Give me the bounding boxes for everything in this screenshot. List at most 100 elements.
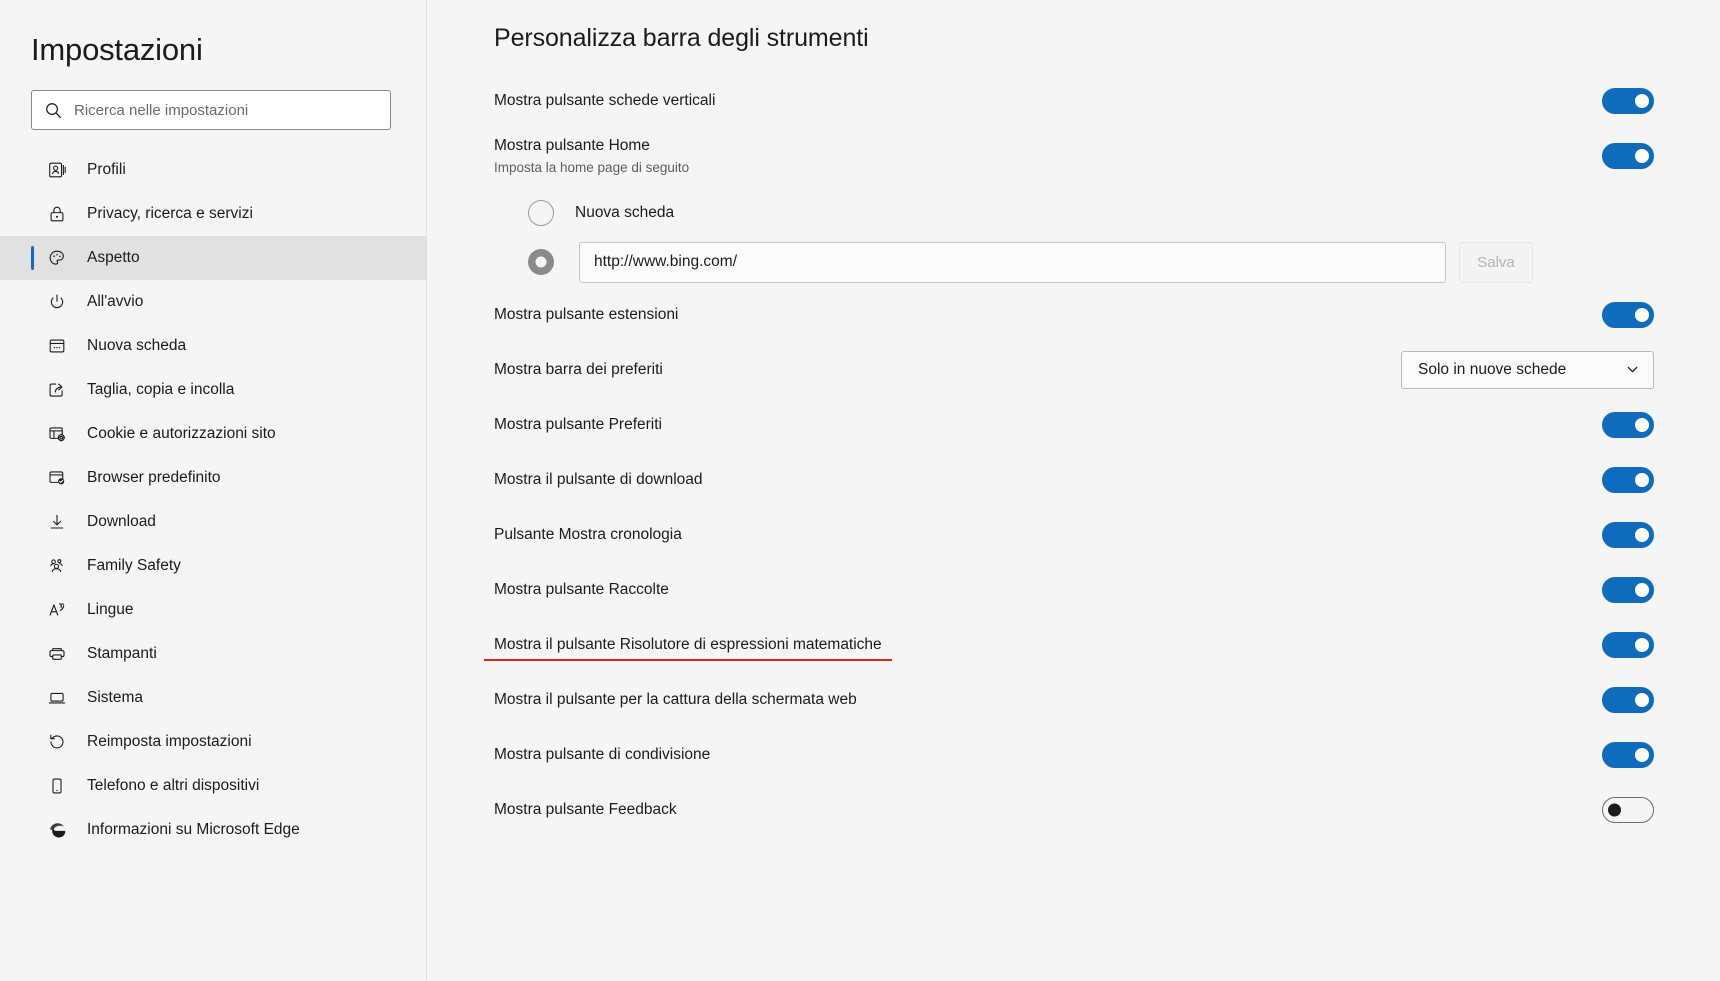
- row-mostra-pulsante-home: Mostra pulsante Home Imposta la home pag…: [494, 128, 1720, 183]
- people-icon: [47, 556, 81, 576]
- sidebar-item-lingue[interactable]: Lingue: [0, 588, 426, 632]
- toggle-thumb: [1635, 148, 1649, 163]
- download-arrow-icon: [47, 512, 81, 532]
- row-mostra-pulsante-feedback: Mostra pulsante Feedback: [494, 782, 1720, 837]
- row-mostra-pulsante-raccolte: Mostra pulsante Raccolte: [494, 562, 1720, 617]
- sidebar-nav: Profili Privacy, ricerca e servizi Aspet…: [0, 148, 426, 852]
- row-mostra-pulsante-condivisione: Mostra pulsante di condivisione: [494, 727, 1720, 782]
- laptop-icon: [47, 688, 81, 708]
- sidebar-item-taglia-copia-incolla[interactable]: Taglia, copia e incolla: [0, 368, 426, 412]
- radio-url[interactable]: [528, 249, 554, 275]
- sidebar-item-label: Lingue: [87, 601, 134, 618]
- sidebar-item-aspetto[interactable]: Aspetto: [0, 236, 426, 280]
- sidebar-item-sistema[interactable]: Sistema: [0, 676, 426, 720]
- row-mostra-pulsante-preferiti: Mostra pulsante Preferiti: [494, 397, 1720, 452]
- sidebar-item-profili[interactable]: Profili: [0, 148, 426, 192]
- section-title: Personalizza barra degli strumenti: [494, 24, 869, 52]
- row-pulsante-mostra-cronologia: Pulsante Mostra cronologia: [494, 507, 1720, 562]
- site-permissions-icon: [47, 424, 81, 444]
- toggle-thumb: [1635, 307, 1649, 322]
- profile-card-icon: [47, 160, 81, 180]
- toggle-thumb: [1635, 417, 1649, 432]
- row-label: Mostra pulsante Feedback: [494, 800, 677, 818]
- row-label: Mostra pulsante Preferiti: [494, 415, 662, 433]
- toggle-thumb: [1635, 692, 1649, 707]
- toggle-thumb: [1635, 582, 1649, 597]
- row-mostra-pulsante-estensioni: Mostra pulsante estensioni: [494, 287, 1720, 342]
- new-tab-icon: [47, 336, 81, 356]
- row-mostra-pulsante-schede-verticali: Mostra pulsante schede verticali: [494, 73, 1720, 128]
- page-title: Impostazioni: [31, 32, 203, 67]
- settings-rows: Mostra pulsante schede verticali Mostra …: [427, 73, 1720, 837]
- sidebar-item-cookie[interactable]: Cookie e autorizzazioni sito: [0, 412, 426, 456]
- toggle-thumb: [1635, 93, 1649, 108]
- sidebar-item-allavvio[interactable]: All'avvio: [0, 280, 426, 324]
- toggle-preferiti[interactable]: [1602, 411, 1654, 438]
- chevron-down-icon: [1625, 362, 1640, 377]
- power-icon: [47, 292, 81, 312]
- sidebar-item-label: Profili: [87, 161, 126, 178]
- share-box-icon: [47, 380, 81, 400]
- sidebar-item-label: Family Safety: [87, 557, 181, 574]
- sidebar-item-stampanti[interactable]: Stampanti: [0, 632, 426, 676]
- home-page-options: Nuova scheda Salva: [494, 189, 1720, 287]
- row-sublabel: Imposta la home page di seguito: [494, 159, 690, 175]
- search-input[interactable]: [74, 92, 374, 128]
- row-label: Pulsante Mostra cronologia: [494, 525, 682, 543]
- sidebar-item-informazioni-edge[interactable]: Informazioni su Microsoft Edge: [0, 808, 426, 852]
- row-label: Mostra pulsante schede verticali: [494, 91, 716, 109]
- dropdown-value: Solo in nuove schede: [1418, 360, 1567, 378]
- row-mostra-pulsante-risolutore-matematico: Mostra il pulsante Risolutore di espress…: [484, 617, 1720, 672]
- reset-arrow-icon: [47, 732, 81, 752]
- sidebar-item-nuova-scheda[interactable]: Nuova scheda: [0, 324, 426, 368]
- sidebar-item-label: Informazioni su Microsoft Edge: [87, 821, 300, 838]
- toggle-thumb: [1608, 803, 1621, 816]
- row-label: Mostra il pulsante per la cattura della …: [494, 690, 857, 708]
- toggle-feedback[interactable]: [1602, 796, 1654, 823]
- default-browser-icon: [47, 468, 81, 488]
- language-a-icon: [47, 600, 81, 620]
- row-mostra-pulsante-cattura-schermata: Mostra il pulsante per la cattura della …: [494, 672, 1720, 727]
- edge-logo-icon: [47, 820, 81, 841]
- sidebar-item-browser-predefinito[interactable]: Browser predefinito: [0, 456, 426, 500]
- toggle-cronologia[interactable]: [1602, 521, 1654, 548]
- toggle-thumb: [1635, 747, 1649, 762]
- lock-icon: [47, 204, 81, 224]
- sidebar-item-label: Privacy, ricerca e servizi: [87, 205, 253, 222]
- printer-icon: [47, 644, 81, 664]
- toggle-thumb: [1635, 472, 1649, 487]
- home-url-input[interactable]: [579, 241, 1446, 283]
- sidebar-item-label: Download: [87, 513, 156, 530]
- toggle-estensioni[interactable]: [1602, 301, 1654, 328]
- toggle-raccolte[interactable]: [1602, 576, 1654, 603]
- radio-label: Nuova scheda: [575, 204, 675, 221]
- sidebar-item-privacy[interactable]: Privacy, ricerca e servizi: [0, 192, 426, 236]
- sidebar-item-label: Cookie e autorizzazioni sito: [87, 425, 276, 442]
- radio-option-url: Salva: [528, 237, 1720, 287]
- sidebar-item-family-safety[interactable]: Family Safety: [0, 544, 426, 588]
- toggle-home[interactable]: [1602, 142, 1654, 169]
- toggle-risolutore-matematico[interactable]: [1602, 631, 1654, 658]
- toggle-download[interactable]: [1602, 466, 1654, 493]
- toggle-schede-verticali[interactable]: [1602, 87, 1654, 114]
- sidebar-item-label: Browser predefinito: [87, 469, 221, 486]
- row-mostra-barra-preferiti: Mostra barra dei preferiti Solo in nuove…: [494, 342, 1720, 397]
- save-button[interactable]: Salva: [1459, 241, 1533, 283]
- palette-icon: [47, 248, 81, 268]
- sidebar-item-label: Aspetto: [87, 249, 140, 266]
- toggle-cattura-schermata[interactable]: [1602, 686, 1654, 713]
- sidebar-item-label: Telefono e altri dispositivi: [87, 777, 260, 794]
- sidebar-item-download[interactable]: Download: [0, 500, 426, 544]
- row-mostra-pulsante-download: Mostra il pulsante di download: [494, 452, 1720, 507]
- toggle-thumb: [1635, 637, 1649, 652]
- search-box[interactable]: [31, 90, 391, 130]
- toggle-thumb: [1635, 527, 1649, 542]
- sidebar-item-telefono[interactable]: Telefono e altri dispositivi: [0, 764, 426, 808]
- row-label: Mostra il pulsante di download: [494, 470, 703, 488]
- search-icon: [32, 101, 74, 120]
- sidebar-item-reimposta[interactable]: Reimposta impostazioni: [0, 720, 426, 764]
- radio-option-nuova-scheda[interactable]: Nuova scheda: [528, 189, 1720, 237]
- toggle-condivisione[interactable]: [1602, 741, 1654, 768]
- radio-new-tab[interactable]: [528, 200, 554, 226]
- favorites-bar-dropdown[interactable]: Solo in nuove schede: [1401, 350, 1654, 389]
